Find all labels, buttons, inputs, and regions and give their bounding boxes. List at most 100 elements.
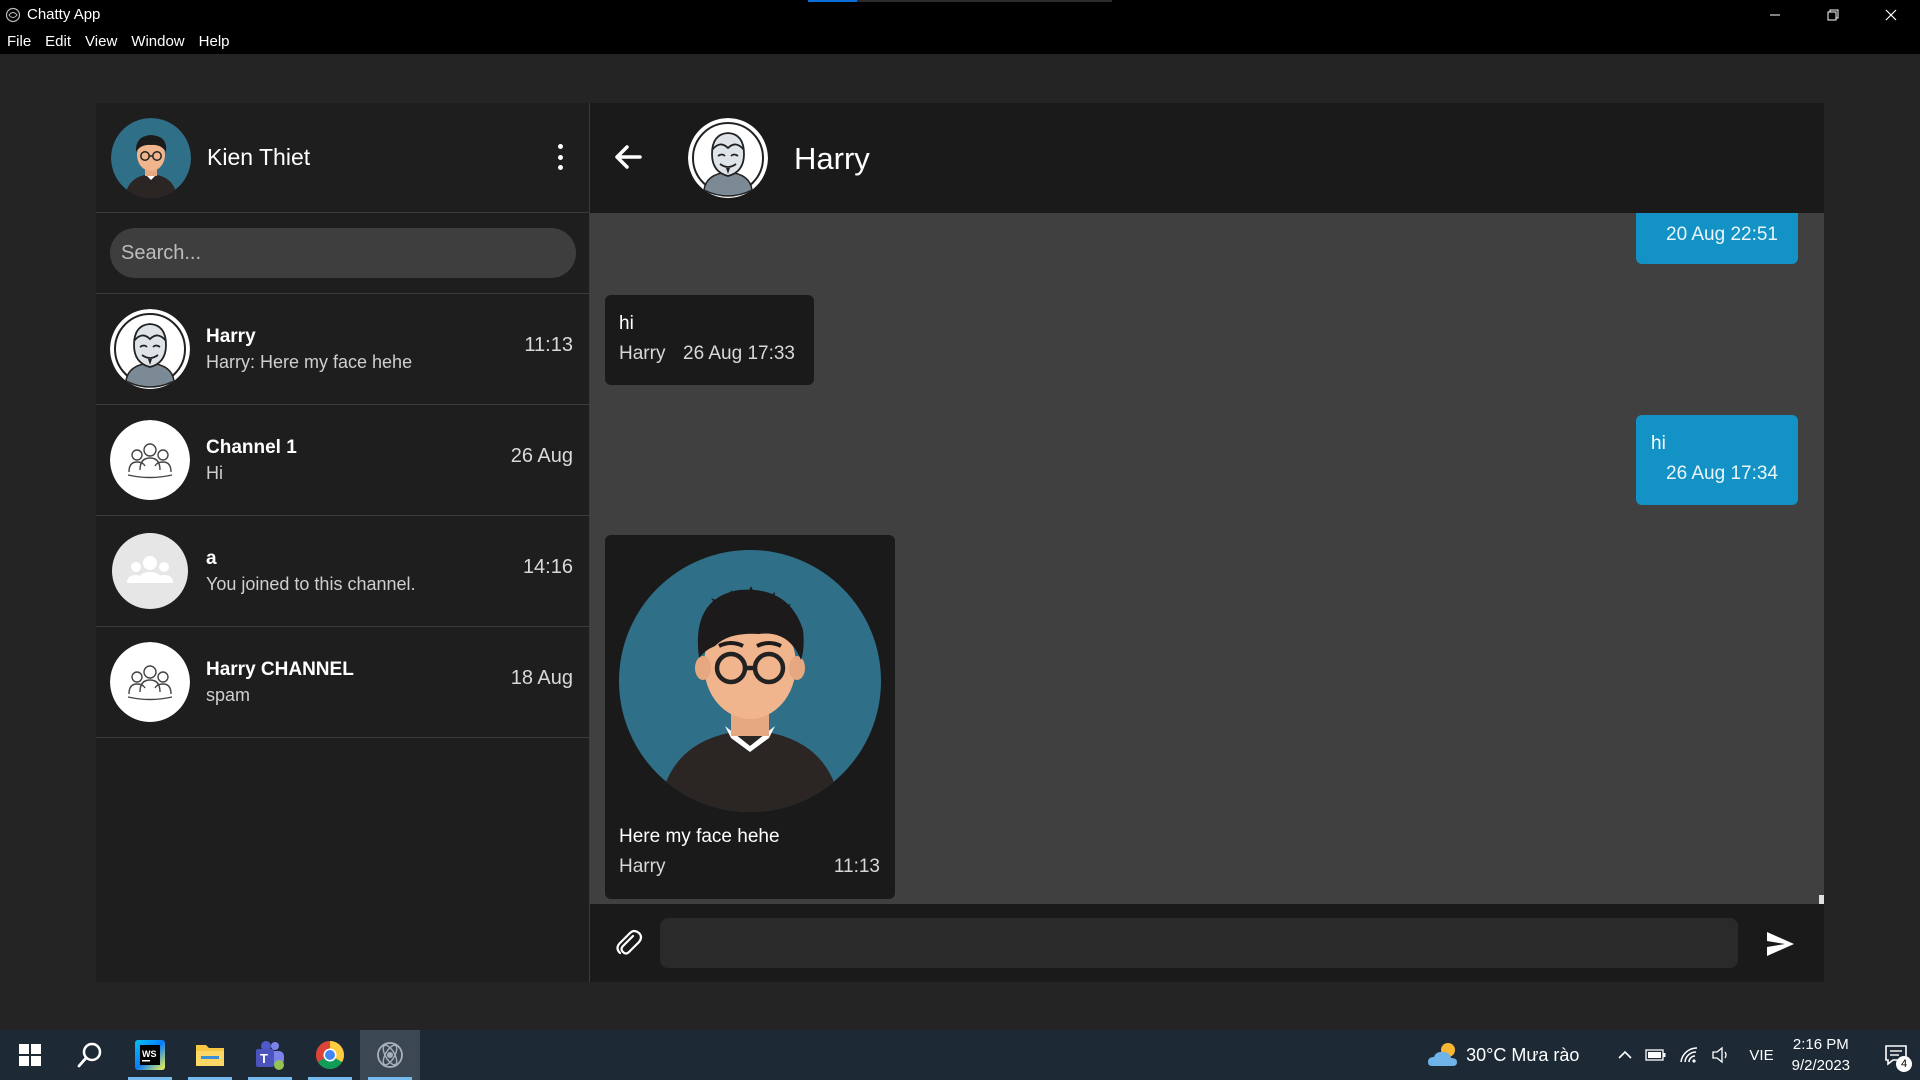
message-time: 11:13 xyxy=(833,856,880,877)
restore-button[interactable] xyxy=(1804,0,1862,29)
group-sketch-avatar xyxy=(110,420,190,500)
message-text: Here my face hehe xyxy=(619,826,780,847)
conversation-time: 18 Aug xyxy=(510,667,573,689)
weather-icon[interactable] xyxy=(1426,1040,1460,1070)
search-input[interactable] xyxy=(110,228,576,278)
kebab-dot-icon xyxy=(557,144,563,149)
message-bubble-outgoing: hi 26 Aug 17:34 xyxy=(1636,415,1798,505)
notification-count-badge: 4 xyxy=(1896,1056,1912,1072)
search-container xyxy=(96,213,589,294)
clock-date: 9/2/2023 xyxy=(1791,1057,1850,1074)
send-icon[interactable] xyxy=(1764,928,1796,960)
title-bar: Chatty App xyxy=(0,0,1920,29)
message-sender: Harry xyxy=(619,856,666,877)
svg-text:WS: WS xyxy=(142,1049,157,1059)
conversation-preview: Harry: Here my face hehe xyxy=(206,351,413,372)
conversation-name: Harry CHANNEL xyxy=(206,658,354,680)
webstorm-icon: WS xyxy=(135,1040,165,1070)
taskbar: WS T 30°C Mưa rào VIE 2:16 PM 9/2/2023 4 xyxy=(0,1030,1920,1080)
conversation-time: 14:16 xyxy=(522,556,573,578)
more-options-button[interactable] xyxy=(553,141,567,173)
conversation-name: Harry xyxy=(206,325,256,347)
masked-face-icon xyxy=(688,118,768,198)
conversation-item-harry-channel[interactable]: Harry CHANNEL spam 18 Aug xyxy=(96,627,589,738)
message-list[interactable]: 20 Aug 22:51 hi Harry 26 Aug 17:33 hi 26… xyxy=(590,213,1824,904)
message-text: hi xyxy=(1651,433,1666,454)
clock[interactable]: 2:16 PM 9/2/2023 xyxy=(1792,1034,1850,1076)
show-hidden-icons-button[interactable] xyxy=(1617,1049,1633,1061)
chat-avatar[interactable] xyxy=(688,118,768,198)
user-avatar[interactable] xyxy=(111,117,191,198)
menu-bar: File Edit View Window Help xyxy=(0,29,1920,54)
language-indicator[interactable]: VIE xyxy=(1749,1047,1773,1064)
teams-icon: T xyxy=(256,1041,284,1070)
kebab-dot-icon xyxy=(557,154,563,160)
message-sender: Harry xyxy=(619,343,666,364)
battery-button[interactable] xyxy=(1645,1048,1667,1062)
taskbar-search-button[interactable] xyxy=(60,1030,120,1080)
weather-text[interactable]: 30°C Mưa rào xyxy=(1466,1045,1579,1066)
menu-file[interactable]: File xyxy=(7,33,31,50)
chat-title: Harry xyxy=(794,141,870,176)
attached-image[interactable] xyxy=(619,550,881,812)
minimize-icon xyxy=(1770,14,1780,15)
taskbar-file-explorer[interactable] xyxy=(180,1030,240,1080)
message-input[interactable] xyxy=(660,918,1738,968)
conversation-item-channel-1[interactable]: Channel 1 Hi 26 Aug xyxy=(96,405,589,516)
conversation-item-a[interactable]: a You joined to this channel. 14:16 xyxy=(96,516,589,627)
chatty-app-icon xyxy=(377,1042,403,1068)
app-window: Kien Thiet Search... Harry Harry: Here m… xyxy=(96,103,1824,982)
menu-view[interactable]: View xyxy=(85,33,117,50)
speaker-icon xyxy=(1712,1046,1728,1064)
user-avatar-icon xyxy=(111,117,191,198)
scrollbar-thumb[interactable] xyxy=(1819,895,1824,904)
group-default-avatar xyxy=(110,531,190,611)
start-button[interactable] xyxy=(0,1030,60,1080)
start-icon xyxy=(19,1044,41,1066)
conversation-time: 26 Aug xyxy=(510,445,573,467)
back-arrow-icon[interactable] xyxy=(610,139,646,175)
taskbar-chrome[interactable] xyxy=(300,1030,360,1080)
app-logo-icon xyxy=(5,7,21,22)
masked-face-icon xyxy=(110,309,190,389)
close-icon xyxy=(1885,9,1897,20)
network-button[interactable] xyxy=(1679,1046,1699,1064)
conversation-name: Channel 1 xyxy=(206,436,297,458)
conversation-preview: You joined to this channel. xyxy=(206,573,416,594)
conversation-time: 11:13 xyxy=(524,334,573,356)
message-bubble-incoming: hi Harry 26 Aug 17:33 xyxy=(605,295,814,385)
chrome-icon xyxy=(316,1041,344,1069)
chat-panel: Harry 20 Aug 22:51 hi Harry 26 Aug 17:33… xyxy=(590,103,1824,982)
system-tray: 30°C Mưa rào VIE 2:16 PM 9/2/2023 4 xyxy=(1426,1030,1920,1080)
group-default-icon xyxy=(112,533,188,609)
taskbar-webstorm[interactable]: WS xyxy=(120,1030,180,1080)
conversation-item-harry[interactable]: Harry Harry: Here my face hehe 11:13 xyxy=(96,294,589,405)
message-bubble-incoming-image: Here my face hehe Harry 11:13 xyxy=(605,535,895,899)
conversation-preview: Hi xyxy=(206,462,223,483)
taskbar-chatty-app[interactable] xyxy=(360,1030,420,1080)
group-sketch-icon xyxy=(110,420,190,500)
kebab-dot-icon xyxy=(557,165,563,170)
message-bubble-outgoing: 20 Aug 22:51 xyxy=(1636,213,1798,264)
conversation-preview: spam xyxy=(206,684,251,705)
close-button[interactable] xyxy=(1862,0,1920,29)
menu-window[interactable]: Window xyxy=(131,33,184,50)
paperclip-icon[interactable] xyxy=(612,927,644,959)
masked-face-avatar xyxy=(110,309,190,389)
group-sketch-icon xyxy=(110,642,190,722)
message-time: 26 Aug 17:33 xyxy=(683,343,795,364)
svg-text:T: T xyxy=(260,1051,268,1066)
restore-icon xyxy=(1827,9,1839,20)
volume-button[interactable] xyxy=(1711,1046,1731,1064)
menu-help[interactable]: Help xyxy=(199,33,230,50)
message-composer xyxy=(590,904,1824,982)
group-sketch-avatar xyxy=(110,642,190,722)
notification-center-button[interactable]: 4 xyxy=(1872,1044,1920,1072)
chevron-up-icon xyxy=(1618,1050,1632,1059)
menu-edit[interactable]: Edit xyxy=(45,33,71,50)
sidebar: Kien Thiet Search... Harry Harry: Here m… xyxy=(96,103,590,982)
minimize-button[interactable] xyxy=(1746,0,1804,29)
battery-icon xyxy=(1645,1049,1666,1061)
taskbar-teams[interactable]: T xyxy=(240,1030,300,1080)
conversation-name: a xyxy=(206,547,217,569)
